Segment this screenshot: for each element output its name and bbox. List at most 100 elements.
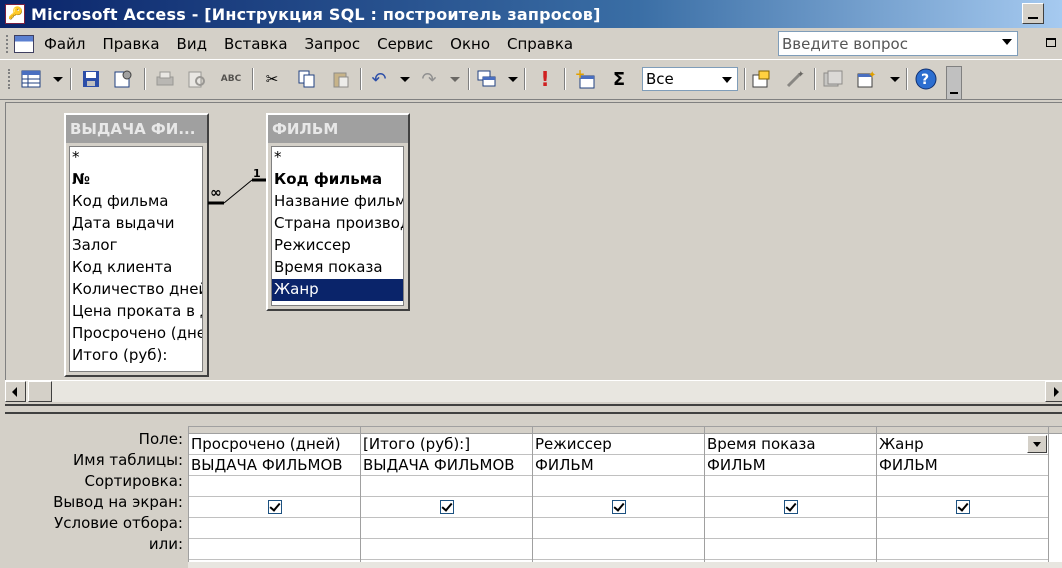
sort-cell[interactable] <box>361 476 532 497</box>
sort-cell[interactable] <box>877 476 1048 497</box>
minimize-button[interactable] <box>1022 3 1044 24</box>
undo-dropdown-icon[interactable] <box>400 77 410 82</box>
cut-icon[interactable]: ✂ <box>261 68 283 90</box>
copy-icon[interactable] <box>296 68 318 90</box>
column-selector[interactable] <box>705 426 876 434</box>
top-values-select[interactable]: Все <box>642 67 738 91</box>
ask-question-input[interactable]: Введите вопрос <box>778 31 1018 56</box>
grid-column[interactable]: Режиссер ФИЛЬМ <box>532 426 704 568</box>
field-item[interactable]: Количество дней <box>70 279 202 301</box>
menu-insert[interactable]: Вставка <box>224 35 288 53</box>
column-selector[interactable] <box>361 426 532 434</box>
menu-help[interactable]: Справка <box>507 35 573 53</box>
field-item[interactable]: Цена проката в день <box>70 301 202 323</box>
show-table-icon[interactable]: + <box>574 68 596 90</box>
field-cell[interactable]: [Итого (руб):] <box>361 434 532 455</box>
grid-column[interactable]: Время показа ФИЛЬМ <box>704 426 876 568</box>
criteria-cell[interactable] <box>189 518 360 539</box>
field-item-selected[interactable]: Жанр <box>272 279 403 301</box>
sort-cell[interactable] <box>189 476 360 497</box>
print-icon[interactable] <box>154 68 176 90</box>
field-item[interactable]: Код фильма <box>70 191 202 213</box>
field-item[interactable]: Название фильма <box>272 191 403 213</box>
field-item[interactable]: Время показа <box>272 257 403 279</box>
show-cell[interactable] <box>189 497 360 518</box>
table-cell[interactable]: ФИЛЬМ <box>877 455 1048 476</box>
run-icon[interactable]: ! <box>534 67 556 91</box>
totals-sigma-icon[interactable]: Σ <box>608 68 630 90</box>
criteria-cell[interactable] <box>533 518 704 539</box>
menu-tools[interactable]: Сервис <box>377 35 433 53</box>
menu-query[interactable]: Запрос <box>305 35 361 53</box>
field-item[interactable]: Код клиента <box>70 257 202 279</box>
or-cell[interactable] <box>189 539 360 560</box>
query-window-icon[interactable] <box>14 34 34 53</box>
spelling-icon[interactable]: ABC <box>220 68 242 90</box>
grid-column[interactable]: Жанр ФИЛЬМ <box>876 426 1048 568</box>
scroll-right-icon[interactable] <box>1045 381 1062 402</box>
toolbar-options-button[interactable] <box>946 66 962 100</box>
table-cell[interactable]: ВЫДАЧА ФИЛЬМОВ <box>189 455 360 476</box>
chevron-down-icon[interactable] <box>722 77 732 83</box>
view-dropdown-icon[interactable] <box>53 77 63 82</box>
table-title[interactable]: ФИЛЬМ <box>268 115 408 143</box>
menu-view[interactable]: Вид <box>177 35 207 53</box>
grid-column-empty[interactable] <box>1048 426 1062 568</box>
pane-splitter[interactable] <box>5 404 1062 414</box>
redo-icon[interactable]: ↷ <box>418 68 440 90</box>
properties-icon[interactable] <box>112 68 134 90</box>
help-icon[interactable]: ? <box>915 68 937 90</box>
show-checkbox[interactable] <box>439 500 454 514</box>
scroll-left-icon[interactable] <box>5 381 26 402</box>
show-cell[interactable] <box>533 497 704 518</box>
table-cell[interactable]: ВЫДАЧА ФИЛЬМОВ <box>361 455 532 476</box>
diagram-horizontal-scrollbar[interactable] <box>5 380 1062 402</box>
show-checkbox[interactable] <box>267 500 282 514</box>
menu-edit[interactable]: Правка <box>102 35 159 53</box>
criteria-cell[interactable] <box>705 518 876 539</box>
query-type-icon[interactable] <box>476 68 498 90</box>
new-object-icon[interactable]: ✦ <box>856 68 878 90</box>
criteria-cell[interactable] <box>877 518 1048 539</box>
or-cell[interactable] <box>533 539 704 560</box>
redo-dropdown-icon[interactable] <box>450 77 460 82</box>
query-type-dropdown-icon[interactable] <box>508 77 518 82</box>
menu-file[interactable]: Файл <box>44 35 85 53</box>
field-cell[interactable]: Просрочено (дней) <box>189 434 360 455</box>
field-item-key[interactable]: № <box>70 169 202 191</box>
chevron-down-icon[interactable] <box>1002 39 1012 45</box>
field-item-key[interactable]: Код фильма <box>272 169 403 191</box>
field-item[interactable]: Просрочено (дней) <box>70 323 202 345</box>
show-cell[interactable] <box>877 497 1048 518</box>
column-selector[interactable] <box>533 426 704 434</box>
access-app-icon[interactable] <box>5 4 25 24</box>
sort-cell[interactable] <box>705 476 876 497</box>
or-cell[interactable] <box>705 539 876 560</box>
undo-icon[interactable]: ↶ <box>368 68 390 90</box>
scroll-thumb[interactable] <box>28 381 52 402</box>
field-item[interactable]: Залог <box>70 235 202 257</box>
show-cell[interactable] <box>705 497 876 518</box>
grid-column[interactable]: Просрочено (дней) ВЫДАЧА ФИЛЬМОВ <box>188 426 360 568</box>
column-selector[interactable] <box>189 426 360 434</box>
save-icon[interactable] <box>80 68 102 90</box>
field-item[interactable]: * <box>272 147 403 169</box>
field-cell[interactable]: Жанр <box>877 434 1048 455</box>
or-cell[interactable] <box>361 539 532 560</box>
chevron-down-icon[interactable] <box>1027 435 1047 453</box>
properties-sheet-icon[interactable] <box>750 68 772 90</box>
toolbar-grip[interactable] <box>8 69 11 89</box>
or-cell[interactable] <box>877 539 1048 560</box>
table-cell[interactable]: ФИЛЬМ <box>533 455 704 476</box>
criteria-cell[interactable] <box>361 518 532 539</box>
table-vydacha-filmov[interactable]: ВЫДАЧА ФИ... * № Код фильма Дата выдачи … <box>64 113 209 377</box>
show-checkbox[interactable] <box>611 500 626 514</box>
field-cell[interactable]: Время показа <box>705 434 876 455</box>
field-item[interactable]: Дата выдачи <box>70 213 202 235</box>
table-cell[interactable]: ФИЛЬМ <box>705 455 876 476</box>
show-checkbox[interactable] <box>955 500 970 514</box>
field-item[interactable]: Страна производитель <box>272 213 403 235</box>
view-icon[interactable] <box>20 68 42 90</box>
field-item[interactable]: Итого (руб): <box>70 345 202 367</box>
menubar-grip[interactable] <box>6 34 10 53</box>
